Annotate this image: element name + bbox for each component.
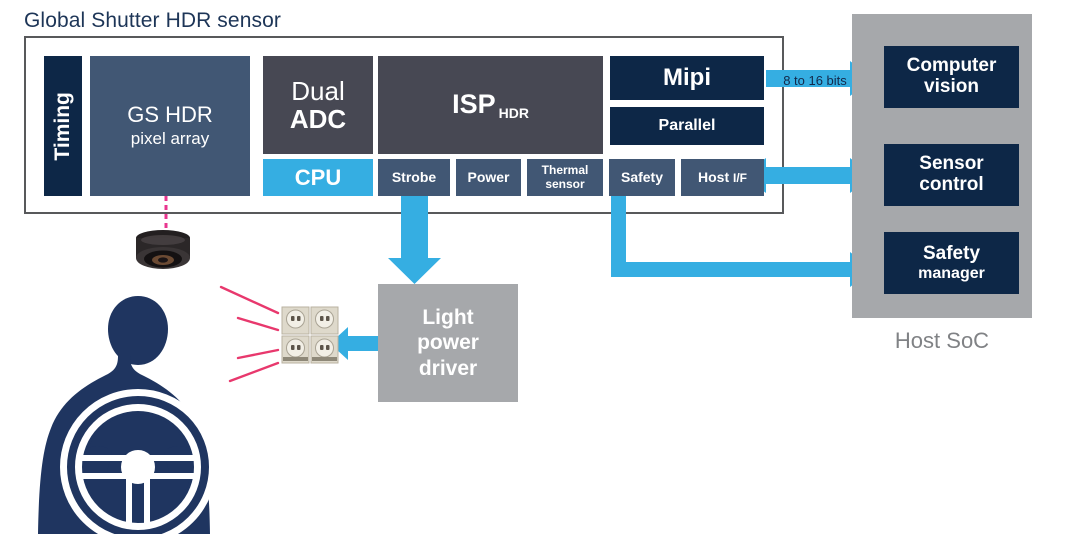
power-label: Power xyxy=(467,168,510,185)
sensor-control-line2: control xyxy=(919,174,984,195)
led-array-icon xyxy=(281,306,339,364)
computer-vision-line2: vision xyxy=(924,76,979,97)
pixel-array-line2: pixel array xyxy=(130,129,210,149)
pixel-array-line1: GS HDR xyxy=(127,102,213,128)
block-timing[interactable]: Timing xyxy=(44,56,82,196)
block-safety-manager[interactable]: Safety manager xyxy=(884,232,1019,294)
safety-to-safety-manager-arrow xyxy=(611,196,873,287)
block-thermal-sensor[interactable]: Thermal sensor xyxy=(527,159,603,196)
block-light-power-driver[interactable]: Light power driver xyxy=(378,284,518,402)
driver-at-steering-wheel-icon xyxy=(38,296,213,534)
cpu-label: CPU xyxy=(294,164,342,190)
isp-label: ISP xyxy=(452,89,496,120)
block-cpu[interactable]: CPU xyxy=(263,159,373,196)
block-strobe[interactable]: Strobe xyxy=(378,159,450,196)
hostif-label: Host xyxy=(698,168,733,185)
safety-label: Safety xyxy=(620,168,664,185)
block-dual-adc[interactable]: Dual ADC xyxy=(263,56,373,154)
block-power[interactable]: Power xyxy=(456,159,521,196)
mipi-label: Mipi xyxy=(663,64,711,92)
block-parallel[interactable]: Parallel xyxy=(610,107,764,145)
light-driver-line2: power xyxy=(417,331,479,355)
dual-adc-line2: ADC xyxy=(289,103,347,134)
strobe-to-light-driver-arrow xyxy=(388,196,441,284)
sensor-control-line1: Sensor xyxy=(919,153,984,175)
thermal-label-line1: Thermal xyxy=(541,162,589,177)
label-8-to-16-bits: 8 to 16 bits xyxy=(783,72,847,88)
hostif-label-small: I/F xyxy=(733,170,747,185)
dual-adc-line1: Dual xyxy=(291,76,345,107)
strobe-label: Strobe xyxy=(391,168,437,185)
block-computer-vision[interactable]: Computer vision xyxy=(884,46,1019,108)
isp-subscript: HDR xyxy=(498,105,529,122)
block-safety[interactable]: Safety xyxy=(609,159,675,196)
light-driver-line3: driver xyxy=(418,356,478,380)
thermal-label-line2: sensor xyxy=(545,176,585,191)
safety-manager-line2: manager xyxy=(918,264,985,282)
parallel-label: Parallel xyxy=(658,117,716,135)
block-timing-label: Timing xyxy=(50,91,74,161)
block-isp-hdr[interactable]: ISP HDR xyxy=(378,56,603,154)
block-mipi[interactable]: Mipi xyxy=(610,56,764,100)
block-gs-hdr-pixel-array[interactable]: GS HDR pixel array xyxy=(90,56,250,196)
block-sensor-control[interactable]: Sensor control xyxy=(884,144,1019,206)
computer-vision-line1: Computer xyxy=(906,55,997,77)
host-soc-label: Host SoC xyxy=(894,328,990,353)
camera-lens-icon xyxy=(136,230,190,269)
ir-illumination-rays xyxy=(219,285,280,383)
safety-manager-line1: Safety xyxy=(922,243,981,265)
light-driver-line1: Light xyxy=(422,305,474,329)
block-host-if[interactable]: Host I/F xyxy=(681,159,764,196)
